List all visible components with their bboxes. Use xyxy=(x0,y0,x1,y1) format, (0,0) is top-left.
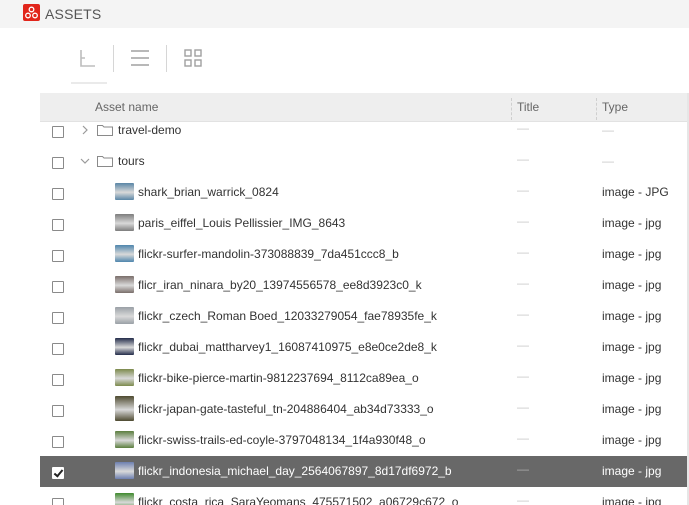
column-header-asset-name[interactable]: Asset name xyxy=(95,100,158,114)
asset-type: image - jpg xyxy=(602,464,662,478)
asset-name[interactable]: shark_brian_warrick_0824 xyxy=(138,185,279,199)
asset-table-header: Asset name Title Type xyxy=(40,93,689,122)
image-thumbnail xyxy=(115,276,134,293)
asset-name[interactable]: paris_eiffel_Louis Pellissier_IMG_8643 xyxy=(138,216,345,230)
asset-type: image - jpg xyxy=(602,495,662,505)
asset-type: image - JPG xyxy=(602,185,669,199)
asset-title: — xyxy=(517,369,529,383)
row-checkbox[interactable] xyxy=(52,312,64,324)
asset-name[interactable]: flickr_costa_rica_SaraYeomans_475571502_… xyxy=(138,495,458,505)
row-checkbox[interactable] xyxy=(52,281,64,293)
image-thumbnail xyxy=(115,307,134,324)
image-thumbnail xyxy=(115,369,134,386)
row-checkbox[interactable] xyxy=(52,467,64,479)
asset-row[interactable]: flickr_dubai_mattharvey1_16087410975_e8e… xyxy=(40,332,689,364)
image-thumbnail xyxy=(115,214,134,231)
tree-view-icon xyxy=(80,50,95,67)
asset-title: — xyxy=(517,400,529,414)
chevron-right-icon[interactable] xyxy=(80,124,90,136)
image-thumbnail xyxy=(115,462,134,479)
toolbar-divider xyxy=(166,45,167,72)
asset-name[interactable]: flickr-surfer-mandolin-373088839_7da451c… xyxy=(138,247,399,261)
asset-name[interactable]: flicr_iran_ninara_by20_13974556578_ee8d3… xyxy=(138,278,422,292)
asset-title: — xyxy=(517,183,529,197)
assets-logo-icon xyxy=(23,4,40,21)
asset-title: — xyxy=(517,152,529,166)
app-header: ASSETS xyxy=(0,0,689,28)
asset-title: — xyxy=(517,245,529,259)
asset-name[interactable]: flickr-bike-pierce-martin-9812237694_811… xyxy=(138,371,419,385)
row-checkbox[interactable] xyxy=(52,188,64,200)
list-view-button[interactable] xyxy=(126,42,154,74)
asset-row[interactable]: shark_brian_warrick_0824 — image - JPG xyxy=(40,177,689,209)
asset-type: image - jpg xyxy=(602,278,662,292)
asset-name[interactable]: flickr-japan-gate-tasteful_tn-204886404_… xyxy=(138,402,434,416)
asset-table: travel-demo — — tours — — shark_brian_warrick_… xyxy=(40,93,689,505)
asset-name[interactable]: tours xyxy=(118,154,145,168)
grid-view-icon xyxy=(184,49,202,67)
app-title: ASSETS xyxy=(45,6,102,22)
row-checkbox[interactable] xyxy=(52,436,64,448)
asset-row[interactable]: flickr-japan-gate-tasteful_tn-204886404_… xyxy=(40,394,689,426)
image-thumbnail xyxy=(115,493,134,505)
folder-row[interactable]: tours — — xyxy=(40,146,689,178)
row-checkbox[interactable] xyxy=(52,126,64,138)
row-checkbox[interactable] xyxy=(52,250,64,262)
asset-title: — xyxy=(517,338,529,352)
chevron-down-icon[interactable] xyxy=(80,155,90,167)
row-checkbox[interactable] xyxy=(52,405,64,417)
asset-name[interactable]: flickr_indonesia_michael_day_2564067897_… xyxy=(138,464,452,478)
tree-view-button[interactable] xyxy=(71,42,107,84)
asset-title: — xyxy=(517,276,529,290)
asset-type: image - jpg xyxy=(602,402,662,416)
asset-type: image - jpg xyxy=(602,309,662,323)
asset-name[interactable]: travel-demo xyxy=(118,123,181,137)
asset-row[interactable]: flicr_iran_ninara_by20_13974556578_ee8d3… xyxy=(40,270,689,302)
asset-row[interactable]: flickr_costa_rica_SaraYeomans_475571502_… xyxy=(40,487,689,505)
asset-type: image - jpg xyxy=(602,371,662,385)
folder-icon xyxy=(97,156,113,167)
asset-row[interactable]: flickr-bike-pierce-martin-9812237694_811… xyxy=(40,363,689,395)
image-thumbnail xyxy=(115,245,134,262)
asset-type: image - jpg xyxy=(602,247,662,261)
asset-title: — xyxy=(517,121,529,135)
list-view-icon xyxy=(131,50,149,66)
asset-title: — xyxy=(517,214,529,228)
asset-title: — xyxy=(517,493,529,505)
column-divider[interactable] xyxy=(511,98,513,120)
toolbar-divider xyxy=(113,45,114,72)
asset-type: image - jpg xyxy=(602,216,662,230)
column-divider[interactable] xyxy=(596,98,598,120)
row-checkbox[interactable] xyxy=(52,343,64,355)
asset-title: — xyxy=(517,431,529,445)
column-header-title[interactable]: Title xyxy=(517,100,539,114)
asset-type: image - jpg xyxy=(602,433,662,447)
asset-row[interactable]: flickr_indonesia_michael_day_2564067897_… xyxy=(40,456,689,488)
asset-row[interactable]: flickr-swiss-trails-ed-coyle-3797048134_… xyxy=(40,425,689,457)
asset-title: — xyxy=(517,462,529,476)
asset-name[interactable]: flickr_dubai_mattharvey1_16087410975_e8e… xyxy=(138,340,437,354)
asset-type: — xyxy=(602,123,614,137)
asset-row[interactable]: flickr-surfer-mandolin-373088839_7da451c… xyxy=(40,239,689,271)
view-toolbar xyxy=(0,28,689,93)
column-header-type[interactable]: Type xyxy=(602,100,628,114)
row-checkbox[interactable] xyxy=(52,219,64,231)
row-checkbox[interactable] xyxy=(52,374,64,386)
image-thumbnail xyxy=(115,396,134,421)
asset-name[interactable]: flickr-swiss-trails-ed-coyle-3797048134_… xyxy=(138,433,426,447)
image-thumbnail xyxy=(115,183,134,200)
row-checkbox[interactable] xyxy=(52,157,64,169)
image-thumbnail xyxy=(115,338,134,355)
grid-view-button[interactable] xyxy=(179,42,207,74)
asset-type: — xyxy=(602,154,614,168)
asset-name[interactable]: flickr_czech_Roman Boed_12033279054_fae7… xyxy=(138,309,437,323)
asset-type: image - jpg xyxy=(602,340,662,354)
asset-row[interactable]: flickr_czech_Roman Boed_12033279054_fae7… xyxy=(40,301,689,333)
folder-icon xyxy=(97,125,113,136)
asset-title: — xyxy=(517,307,529,321)
asset-row[interactable]: paris_eiffel_Louis Pellissier_IMG_8643 — i… xyxy=(40,208,689,240)
image-thumbnail xyxy=(115,431,134,448)
row-checkbox[interactable] xyxy=(52,498,64,505)
